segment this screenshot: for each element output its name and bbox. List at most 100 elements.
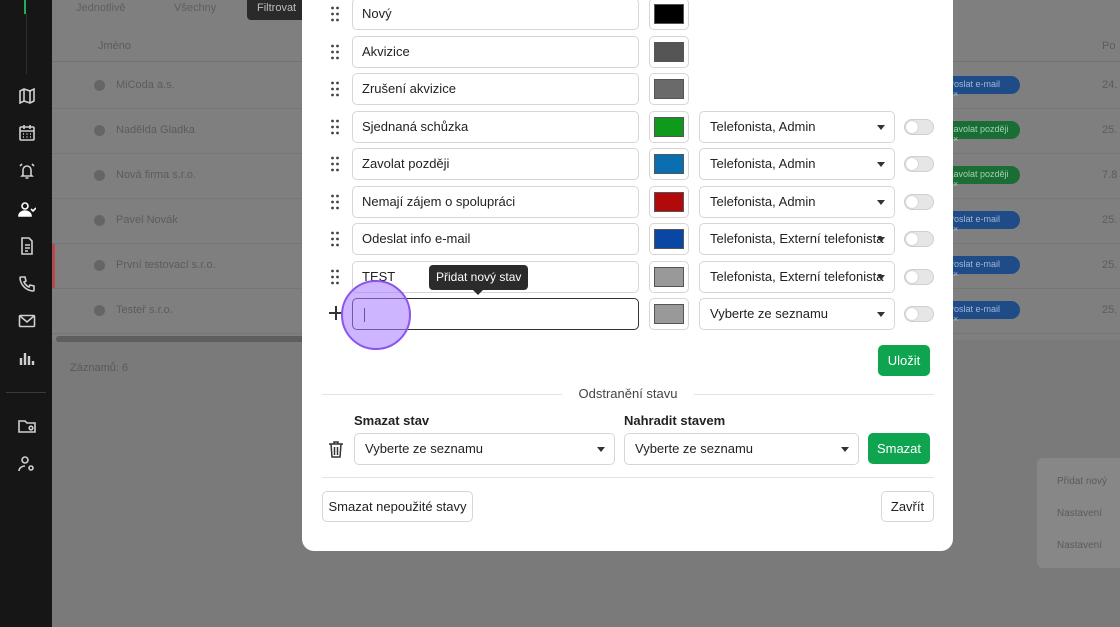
background-row-marker (52, 244, 55, 288)
color-swatch (654, 192, 684, 212)
delete-state-select[interactable]: Vyberte ze seznamu (354, 433, 615, 465)
roles-select-placeholder: Vyberte ze seznamu (710, 306, 829, 321)
mail-icon[interactable] (16, 310, 38, 332)
add-state-tooltip: Přidat nový stav (429, 265, 529, 295)
roles-select[interactable]: Telefonista, Externí telefonista (699, 223, 895, 255)
state-settings-modal: Nový Akvizice Zrušení akvizice Sjednaná … (302, 0, 953, 551)
trash-icon (328, 440, 344, 458)
delete-state-label: Smazat stav (354, 413, 430, 428)
sidebar-separator (6, 392, 46, 393)
roles-select[interactable]: Telefonista, Admin (699, 148, 895, 180)
state-toggle[interactable] (904, 269, 934, 285)
color-swatch (654, 267, 684, 287)
color-picker[interactable] (649, 148, 689, 180)
color-picker[interactable] (649, 223, 689, 255)
roles-select-value: Telefonista, Admin (710, 194, 816, 209)
state-name-input[interactable]: Nemají zájem o spolupráci (352, 186, 639, 218)
state-toggle[interactable] (904, 156, 934, 172)
drag-handle-icon[interactable] (330, 44, 340, 60)
color-swatch (654, 79, 684, 99)
color-picker[interactable] (649, 36, 689, 68)
drag-handle-icon[interactable] (330, 6, 340, 22)
drag-handle-icon[interactable] (330, 81, 340, 97)
color-swatch (654, 117, 684, 137)
color-picker[interactable] (649, 111, 689, 143)
color-swatch (654, 229, 684, 249)
user-settings-icon[interactable] (16, 453, 38, 475)
caret-down-icon (877, 200, 885, 205)
color-swatch (654, 304, 684, 324)
caret-down-icon (597, 447, 605, 452)
alarm-bell-icon[interactable] (16, 160, 38, 182)
bg-tab: Jednotlivě (76, 2, 126, 14)
state-row: Nový (302, 0, 953, 30)
color-swatch (654, 154, 684, 174)
state-name-input[interactable]: Odeslat info e-mail (352, 223, 639, 255)
caret-down-icon (841, 447, 849, 452)
caret-down-icon (877, 125, 885, 130)
color-picker[interactable] (649, 73, 689, 105)
color-picker[interactable] (649, 298, 689, 330)
state-toggle[interactable] (904, 119, 934, 135)
close-button[interactable]: Zavřít (881, 491, 934, 522)
document-icon[interactable] (16, 235, 38, 257)
contacts-icon[interactable] (16, 198, 38, 220)
replace-state-label: Nahradit stavem (624, 413, 726, 428)
state-name-input[interactable]: Zrušení akvizice (352, 73, 639, 105)
delete-state-select-value: Vyberte ze seznamu (365, 441, 484, 456)
map-icon[interactable] (16, 85, 38, 107)
click-indicator (341, 280, 411, 350)
bg-header-cell: Po (1102, 40, 1116, 52)
state-name-input[interactable]: Zavolat později (352, 148, 639, 180)
roles-select[interactable]: Telefonista, Externí telefonista (699, 261, 895, 293)
bg-tab: Všechny (174, 2, 217, 14)
color-picker[interactable] (649, 186, 689, 218)
color-picker[interactable] (649, 0, 689, 30)
chart-icon[interactable] (16, 347, 38, 369)
drag-handle-icon[interactable] (330, 156, 340, 172)
roles-select[interactable]: Telefonista, Admin (699, 111, 895, 143)
drag-handle-icon[interactable] (330, 231, 340, 247)
delete-button[interactable]: Smazat (868, 433, 930, 464)
state-row: Sjednaná schůzka Telefonista, Admin (302, 111, 953, 143)
state-toggle[interactable] (904, 194, 934, 210)
caret-down-icon (877, 162, 885, 167)
color-picker[interactable] (649, 261, 689, 293)
roles-select[interactable]: Telefonista, Admin (699, 186, 895, 218)
drag-handle-icon[interactable] (330, 269, 340, 285)
caret-down-icon (877, 312, 885, 317)
sidebar-active-accent (24, 0, 26, 14)
roles-select-value: Telefonista, Externí telefonista (710, 269, 884, 284)
phone-icon[interactable] (16, 273, 38, 295)
bg-tab: Filtrovat (247, 0, 307, 20)
state-toggle[interactable] (904, 306, 934, 322)
folder-settings-icon[interactable] (16, 415, 38, 437)
background-context-menu: Přidat nový Nastavení Nastavení (1037, 458, 1120, 568)
replace-state-select[interactable]: Vyberte ze seznamu (624, 433, 859, 465)
state-name-input[interactable]: Sjednaná schůzka (352, 111, 639, 143)
calendar-icon[interactable] (16, 122, 38, 144)
state-row: Zrušení akvizice (302, 73, 953, 105)
color-swatch (654, 42, 684, 62)
app-sidebar (0, 0, 52, 627)
background-toolbar: Jednotlivě Všechny Filtrovat (52, 0, 312, 24)
caret-down-icon (877, 275, 885, 280)
state-row: Nemají zájem o spolupráci Telefonista, A… (302, 186, 953, 218)
roles-select-value: Telefonista, Admin (710, 156, 816, 171)
save-button[interactable]: Uložit (878, 345, 930, 376)
removal-section-title: Odstranění stavu (578, 386, 678, 401)
state-toggle[interactable] (904, 231, 934, 247)
state-name-input[interactable]: Nový (352, 0, 639, 30)
background-record-count: Záznamů: 6 (70, 362, 129, 374)
drag-handle-icon[interactable] (330, 194, 340, 210)
roles-select-value: Telefonista, Admin (710, 119, 816, 134)
replace-state-select-value: Vyberte ze seznamu (635, 441, 754, 456)
state-name-input[interactable]: Akvizice (352, 36, 639, 68)
drag-handle-icon[interactable] (330, 119, 340, 135)
state-row: Odeslat info e-mail Telefonista, Externí… (302, 223, 953, 255)
sidebar-divider (26, 14, 27, 74)
delete-unused-states-button[interactable]: Smazat nepoužité stavy (322, 491, 473, 522)
new-state-roles-select[interactable]: Vyberte ze seznamu (699, 298, 895, 330)
state-row: Zavolat později Telefonista, Admin (302, 148, 953, 180)
state-row: TEST Telefonista, Externí telefonista (302, 261, 953, 293)
